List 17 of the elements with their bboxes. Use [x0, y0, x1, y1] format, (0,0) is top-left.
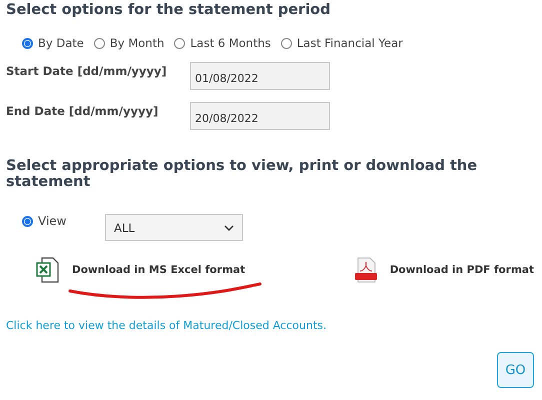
field-label: End Date [dd/mm/yyyy] [6, 103, 160, 120]
download-link[interactable]: Download in PDF format [390, 264, 534, 276]
spreadsheet-file-icon [36, 257, 60, 283]
period-radio[interactable]: Last Financial Year [280, 36, 403, 50]
chevron-down-icon [224, 224, 234, 230]
view-dropdown[interactable]: ALL [105, 214, 243, 241]
download-link[interactable]: Download in MS Excel format [72, 264, 246, 276]
section-heading: Select appropriate options to view, print or download the statement [6, 158, 478, 190]
pdf-file-icon [354, 257, 378, 283]
section-heading: Select options for the statement period [6, 2, 332, 18]
period-radio[interactable]: Last 6 Months [174, 36, 271, 50]
period-radio[interactable]: By Date [22, 36, 84, 50]
date-field[interactable]: 20/08/2022 [190, 102, 330, 130]
date-field[interactable]: 01/08/2022 [190, 62, 330, 90]
view-radio[interactable]: View [22, 214, 105, 228]
field-label: Start Date [dd/mm/yyyy] [6, 63, 168, 80]
period-radio[interactable]: By Month [94, 36, 164, 50]
